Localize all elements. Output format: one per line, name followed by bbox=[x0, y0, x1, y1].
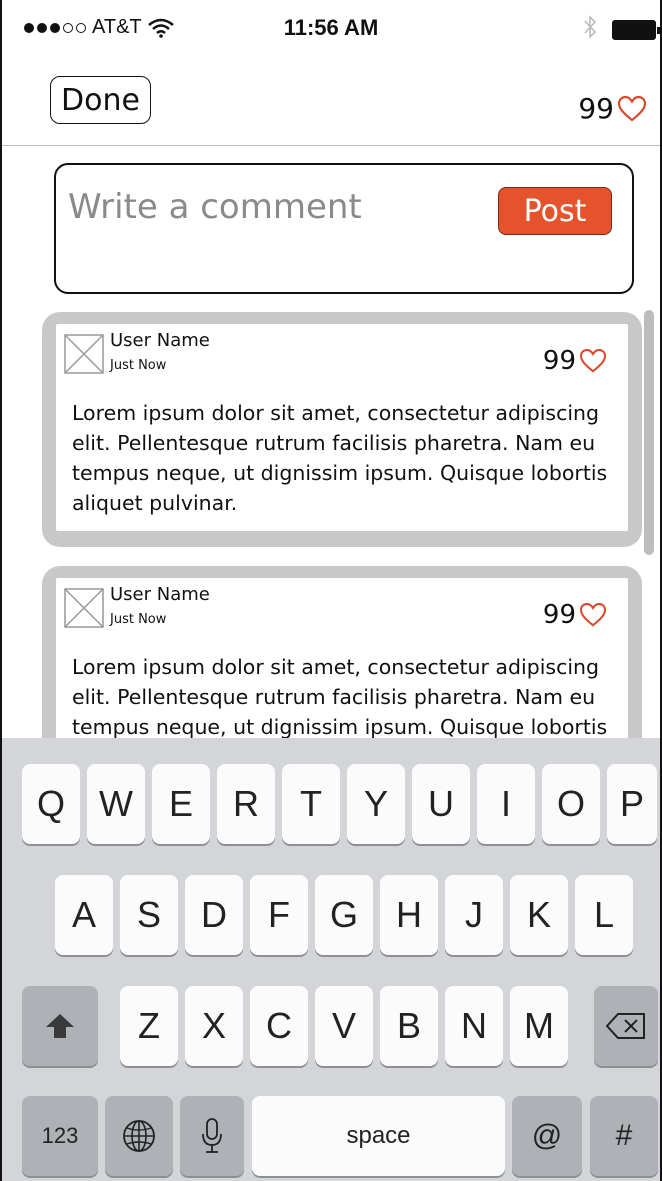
comment-likes[interactable]: 99 bbox=[543, 346, 606, 376]
key-p[interactable]: P bbox=[607, 764, 657, 844]
clock: 11:56 AM bbox=[283, 15, 379, 40]
key-y[interactable]: Y bbox=[347, 764, 405, 844]
key-l[interactable]: L bbox=[575, 875, 633, 955]
key-a[interactable]: A bbox=[55, 875, 113, 955]
comment-feed[interactable]: User Name Just Now 99 Lorem ipsum dolor … bbox=[2, 300, 660, 740]
key-f[interactable]: F bbox=[250, 875, 308, 955]
at-key[interactable]: @ bbox=[512, 1096, 582, 1176]
shift-key[interactable] bbox=[22, 986, 98, 1066]
key-x[interactable]: X bbox=[185, 986, 243, 1066]
hash-key[interactable]: # bbox=[590, 1096, 658, 1176]
comment-likes[interactable]: 99 bbox=[543, 600, 606, 630]
nav-header: Done 99 bbox=[2, 60, 660, 146]
space-key[interactable]: space bbox=[252, 1096, 505, 1176]
comment-text: Lorem ipsum dolor sit amet, consectetur … bbox=[72, 655, 608, 739]
avatar-placeholder-icon bbox=[64, 588, 104, 628]
battery-icon bbox=[612, 20, 660, 40]
dictation-key[interactable] bbox=[180, 1096, 244, 1176]
phone-screen: AT&T 11:56 AM Done 99 Post bbox=[0, 0, 662, 1181]
shift-arrow-icon bbox=[46, 1014, 74, 1038]
comment-input[interactable] bbox=[68, 185, 468, 229]
scrollbar[interactable] bbox=[644, 310, 654, 555]
key-g[interactable]: G bbox=[315, 875, 373, 955]
key-q[interactable]: Q bbox=[22, 764, 80, 844]
key-i[interactable]: I bbox=[477, 764, 535, 844]
key-r[interactable]: R bbox=[217, 764, 275, 844]
heart-icon bbox=[580, 603, 606, 627]
backspace-icon bbox=[606, 1013, 645, 1039]
key-h[interactable]: H bbox=[380, 875, 438, 955]
key-z[interactable]: Z bbox=[120, 986, 178, 1066]
key-k[interactable]: K bbox=[510, 875, 568, 955]
key-v[interactable]: V bbox=[315, 986, 373, 1066]
key-c[interactable]: C bbox=[250, 986, 308, 1066]
bluetooth-icon bbox=[584, 15, 597, 39]
comment-content: User Name Just Now 99 Lorem ipsum dolor … bbox=[56, 324, 628, 531]
comment-content: User Name Just Now 99 Lorem ipsum dolor … bbox=[56, 578, 628, 740]
like-count: 99 bbox=[542, 600, 576, 630]
key-e[interactable]: E bbox=[152, 764, 210, 844]
comment-card: User Name Just Now 99 Lorem ipsum dolor … bbox=[42, 312, 642, 547]
backspace-key[interactable] bbox=[594, 986, 658, 1066]
done-button[interactable]: Done bbox=[50, 76, 151, 124]
post-button[interactable]: Post bbox=[498, 187, 612, 235]
avatar-placeholder-icon bbox=[64, 334, 104, 374]
key-o[interactable]: O bbox=[542, 764, 600, 844]
key-w[interactable]: W bbox=[87, 764, 145, 844]
globe-icon bbox=[123, 1120, 155, 1152]
post-likes[interactable]: 99 bbox=[578, 92, 646, 125]
numbers-key[interactable]: 123 bbox=[22, 1096, 98, 1176]
keyboard: Q W E R T Y U I O P A S D F G H J K L Z … bbox=[2, 738, 660, 1181]
comment-timestamp: Just Now bbox=[110, 612, 167, 627]
key-u[interactable]: U bbox=[412, 764, 470, 844]
status-bar: AT&T 11:56 AM bbox=[2, 0, 660, 60]
key-t[interactable]: T bbox=[282, 764, 340, 844]
comment-user-name[interactable]: User Name bbox=[110, 330, 210, 351]
microphone-icon bbox=[202, 1118, 222, 1153]
like-count: 99 bbox=[578, 92, 614, 125]
key-n[interactable]: N bbox=[445, 986, 503, 1066]
like-count: 99 bbox=[542, 346, 576, 376]
key-b[interactable]: B bbox=[380, 986, 438, 1066]
comment-text: Lorem ipsum dolor sit amet, consectetur … bbox=[72, 401, 608, 515]
key-d[interactable]: D bbox=[185, 875, 243, 955]
key-m[interactable]: M bbox=[510, 986, 568, 1066]
heart-icon bbox=[618, 95, 646, 121]
comment-composer: Post bbox=[54, 163, 634, 294]
globe-key[interactable] bbox=[105, 1096, 173, 1176]
comment-timestamp: Just Now bbox=[110, 358, 167, 373]
key-j[interactable]: J bbox=[445, 875, 503, 955]
comment-card: User Name Just Now 99 Lorem ipsum dolor … bbox=[42, 566, 642, 740]
comment-user-name[interactable]: User Name bbox=[110, 584, 210, 605]
heart-icon bbox=[580, 349, 606, 373]
key-s[interactable]: S bbox=[120, 875, 178, 955]
